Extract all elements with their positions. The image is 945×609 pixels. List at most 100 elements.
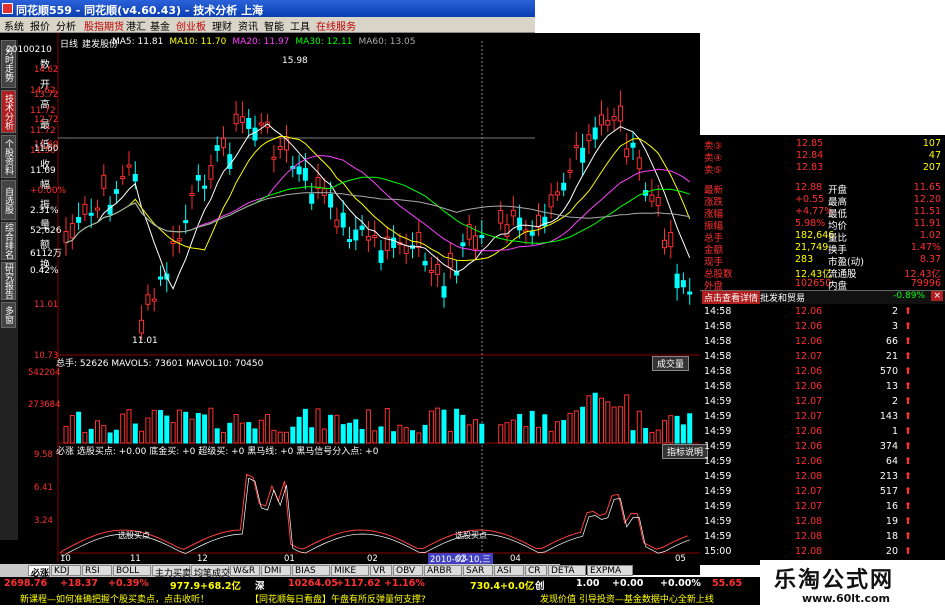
tick-time: 14:59	[704, 396, 732, 407]
tick-row: 14:59 12.08 19 ⬆	[700, 516, 920, 528]
tick-volume: 19	[885, 516, 898, 527]
indicator-legend: 必涨 选股买点: +0.00 底金买: +0 超级买: +0 黑马线: +0 黑…	[56, 447, 379, 457]
quote-stat-row: 总手 182,646 量比 1.02	[700, 230, 945, 244]
menu-item[interactable]: 智能	[264, 18, 284, 33]
ask-row: 卖④ 12.84 47	[700, 150, 945, 164]
indicator-tab[interactable]: 主力买卖	[152, 565, 191, 579]
ma-value: MA30: 12.11	[295, 37, 353, 47]
ma-value: MA10: 11.70	[169, 37, 227, 47]
indicator-tab[interactable]: DETA	[548, 565, 586, 576]
indicator-tab[interactable]: ASI	[494, 565, 524, 576]
tick-row: 14:58 12.06 3 ⬆	[700, 321, 920, 333]
status-value: 55.65	[712, 578, 743, 589]
price-tick: 10.73	[34, 351, 59, 361]
indicator-tab[interactable]: DMI	[261, 565, 291, 576]
tick-volume: 143	[879, 411, 898, 422]
news-link[interactable]: 发现价值 引导投资—基金数据中心全新上线	[540, 592, 714, 605]
menu-item[interactable]: 理财	[212, 18, 232, 33]
menu-item[interactable]: 系统	[4, 18, 24, 33]
indicator-tab[interactable]: 均笔成交	[191, 565, 230, 579]
menu-item[interactable]: 报价	[30, 18, 50, 33]
indicator-tab[interactable]: SAR	[463, 565, 493, 576]
price-tick: 12.72	[34, 115, 59, 125]
ask-row: 卖③ 12.85 107	[700, 138, 945, 152]
price-tick: 14.62	[34, 65, 59, 75]
menu-item[interactable]: 工具	[290, 18, 310, 33]
volume-legend: 总手: 52626 MAVOL5: 73601 MAVOL10: 70450	[56, 359, 264, 369]
tick-time: 14:58	[704, 366, 732, 377]
status-value: +0.00%	[660, 578, 701, 589]
volume-button[interactable]: 成交量	[652, 356, 690, 371]
info-value: +0.00%	[30, 186, 67, 196]
quote-stat-row: 涨跌 +0.55 最高 12.20	[700, 194, 945, 208]
tick-price: 12.07	[795, 486, 823, 497]
month-tick: 11	[130, 554, 141, 564]
indicator-tab[interactable]: OBV	[393, 565, 423, 576]
indicator-tab[interactable]: CR	[525, 565, 547, 576]
indicator-tab[interactable]: ARBR	[424, 565, 462, 576]
close-icon[interactable]: ×	[931, 291, 943, 301]
month-tick: 12	[197, 554, 208, 564]
menu-item[interactable]: 股指期货	[84, 18, 124, 33]
up-arrow-icon: ⬆	[904, 411, 912, 422]
kline-chart[interactable]	[0, 33, 700, 563]
indicator-tab[interactable]: RSI	[82, 565, 112, 576]
tick-row: 14:58 12.06 570 ⬆	[700, 366, 920, 378]
status-value: 2698.76	[4, 578, 48, 589]
indicator-tick: 9.58	[34, 450, 53, 460]
quote-stat-row: 总股数 12.43亿 流通股 12.43亿	[700, 266, 945, 280]
tick-time: 15:00	[704, 546, 732, 557]
tick-row: 14:59 12.08 213 ⬆	[700, 471, 920, 483]
ma-legend: MA5: 11.81 MA10: 11.70 MA20: 11.97 MA30: 12…	[112, 37, 422, 47]
news-link[interactable]: 【同花顺每日看盘】午盘有所反弹量何支撑?	[250, 592, 426, 605]
stat-value: +0.55	[795, 194, 825, 205]
indicator-tab[interactable]: W&R	[230, 565, 260, 576]
month-tick: 02	[367, 554, 378, 564]
indicator-tab[interactable]: EXPMA	[587, 565, 633, 576]
up-arrow-icon: ⬆	[904, 396, 912, 407]
menu-item[interactable]: 基金	[150, 18, 170, 33]
indicator-tab[interactable]: KDJ	[51, 565, 81, 576]
tick-time: 14:59	[704, 426, 732, 437]
ask-volume: 107	[922, 138, 941, 149]
tick-price: 12.07	[795, 351, 823, 362]
menu-item[interactable]: 港汇	[126, 18, 146, 33]
volume-tick: 542204	[28, 368, 61, 378]
tick-volume: 13	[885, 381, 898, 392]
indicator-tab[interactable]: BIAS	[292, 565, 330, 576]
status-value: 创	[535, 581, 545, 592]
stat-value: 1.02	[919, 230, 941, 241]
indicator-tab[interactable]: 必涨	[28, 565, 50, 579]
news-link[interactable]: 新课程—如何准确把握个股买卖点，点击收听！	[20, 592, 209, 605]
up-arrow-icon: ⬆	[904, 381, 912, 392]
volume-tick: 273684	[28, 400, 61, 410]
indicator-tab[interactable]: VR	[370, 565, 392, 576]
up-arrow-icon: ⬆	[904, 531, 912, 542]
menu-item[interactable]: 创业板	[176, 18, 206, 33]
ask-price: 12.83	[796, 162, 824, 173]
tick-time: 14:59	[704, 501, 732, 512]
tick-row: 14:58 12.06 66 ⬆	[700, 336, 920, 348]
tick-row: 14:58 12.06 13 ⬆	[700, 381, 920, 393]
detail-button[interactable]: 点击查看详情	[702, 291, 761, 304]
low-mark: 11.01	[132, 336, 158, 346]
menu-item[interactable]: 分析	[56, 18, 76, 33]
indicator-tab[interactable]: MIKE	[331, 565, 369, 576]
tick-volume: 1	[891, 426, 898, 437]
tick-row: 14:59 12.06 1 ⬆	[700, 426, 920, 438]
tick-time: 14:59	[704, 486, 732, 497]
menu-item[interactable]: 在线服务	[316, 18, 356, 33]
stat-value: 11.51	[913, 206, 941, 217]
stat-value: 11.91	[913, 218, 941, 229]
tick-price: 12.07	[795, 411, 823, 422]
tick-volume: 20	[885, 546, 898, 557]
menu-item[interactable]: 资讯	[238, 18, 258, 33]
indicator-tab[interactable]: BOLL	[113, 565, 151, 576]
info-value: 0.42%	[30, 266, 59, 276]
tick-row: 14:59 12.07 2 ⬆	[700, 396, 920, 408]
tick-volume: 374	[879, 441, 898, 452]
stat-value: 21,749	[795, 242, 829, 253]
price-tick: 11.01	[34, 300, 59, 310]
tick-volume: 2	[891, 396, 898, 407]
buy-point-label-1: 选股买点	[118, 531, 150, 540]
